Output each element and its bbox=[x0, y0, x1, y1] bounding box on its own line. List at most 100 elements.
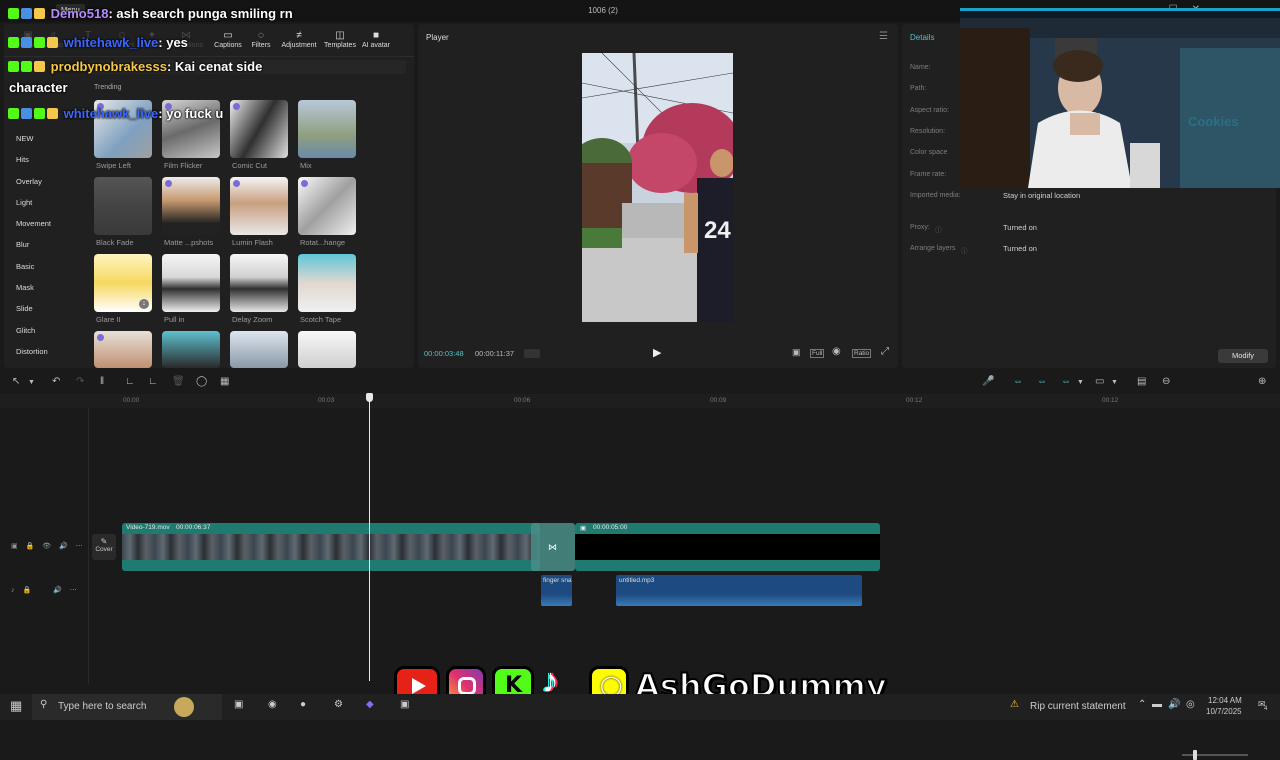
category-blur[interactable]: Blur bbox=[16, 234, 86, 255]
windows-start-icon[interactable]: ▦ bbox=[10, 698, 22, 714]
copilot-icon[interactable]: ◆ bbox=[366, 699, 374, 710]
crop-icon[interactable]: ▣ bbox=[792, 347, 801, 358]
chat-line: Demo518: ash search punga smiling rn bbox=[8, 6, 293, 21]
chat-message: : yes bbox=[158, 35, 188, 50]
audio-clip[interactable]: untitled.mp3 bbox=[616, 575, 862, 606]
webcam-overlay: Cookies bbox=[960, 8, 1280, 188]
microphone-icon[interactable]: 🎤 bbox=[982, 376, 994, 387]
category-light[interactable]: Light bbox=[16, 192, 86, 213]
transition-thumb[interactable] bbox=[94, 331, 152, 368]
full-button[interactable]: Full bbox=[810, 349, 825, 358]
download-icon[interactable]: ↓ bbox=[139, 299, 149, 309]
task-view-icon[interactable]: ▣ bbox=[234, 699, 243, 710]
audio-clip[interactable]: finger sna bbox=[541, 575, 572, 606]
zoom-slider-handle[interactable] bbox=[1193, 750, 1197, 760]
fit-icon[interactable]: ▤ bbox=[1137, 376, 1146, 387]
current-time: 00:00:03:48 bbox=[424, 349, 464, 358]
cover-button[interactable]: ✎ Cover bbox=[92, 534, 116, 560]
chevron-down-icon[interactable]: ▼ bbox=[1077, 379, 1084, 386]
lock-icon[interactable]: 🔒 bbox=[26, 543, 35, 550]
transition-thumb[interactable] bbox=[162, 254, 220, 312]
category-movement[interactable]: Movement bbox=[16, 213, 86, 234]
category-overlay[interactable]: Overlay bbox=[16, 171, 86, 192]
category-mask[interactable]: Mask bbox=[16, 277, 86, 298]
transition-thumb[interactable] bbox=[298, 254, 356, 312]
zoom-out-icon[interactable]: ⊖ bbox=[1162, 376, 1170, 387]
settings-icon[interactable]: ⚙ bbox=[334, 699, 343, 710]
ratio-button[interactable]: Ratio bbox=[852, 349, 872, 358]
kick-badge-icon bbox=[8, 37, 19, 48]
speaker-icon[interactable]: 🔊 bbox=[59, 543, 68, 550]
transition-thumb[interactable] bbox=[298, 331, 356, 368]
chat-line: character bbox=[9, 80, 68, 95]
notification-text: Rip current statement bbox=[1030, 701, 1126, 712]
steam-icon[interactable]: ● bbox=[300, 699, 306, 710]
preview-axis-icon[interactable]: ▭ bbox=[1095, 376, 1104, 387]
split-right-icon[interactable]: ∟ bbox=[148, 376, 158, 387]
ruler-tick: 00:12 bbox=[906, 397, 923, 404]
magnet-icon[interactable]: ⇔ bbox=[1037, 376, 1047, 387]
ruler-tick: 00:09 bbox=[710, 397, 727, 404]
timeline-ruler[interactable]: 00:00 00:03 00:06 00:09 00:12 00:12 bbox=[0, 394, 1280, 408]
zoom-in-icon[interactable]: ⊕ bbox=[1258, 376, 1266, 387]
audio-track-controls: ♪ 🔒 🔊 ⋯ bbox=[11, 586, 77, 594]
transition-thumb[interactable] bbox=[230, 177, 288, 235]
transition-icon[interactable]: ⋈ bbox=[548, 542, 557, 553]
split-left-icon[interactable]: ∟ bbox=[125, 376, 135, 387]
category-new[interactable]: NEW bbox=[16, 128, 86, 149]
network-icon[interactable]: ▬ bbox=[1152, 699, 1162, 710]
fullscreen-icon[interactable]: ⤢ bbox=[881, 346, 889, 357]
timecode-toggle[interactable] bbox=[524, 349, 540, 358]
undo-icon[interactable]: ↶ bbox=[52, 376, 60, 387]
transition-thumb[interactable]: ↓ bbox=[94, 254, 152, 312]
video-clip-2[interactable]: ▣ 00:00:05:00 bbox=[575, 523, 880, 571]
category-glitch[interactable]: Glitch bbox=[16, 320, 86, 341]
category-hits[interactable]: Hits bbox=[16, 149, 86, 170]
chevron-up-icon[interactable]: ⌃ bbox=[1138, 699, 1146, 710]
badge-dot bbox=[97, 334, 104, 341]
video-frame: 24 bbox=[582, 53, 733, 322]
play-button[interactable]: ▶ bbox=[653, 346, 661, 359]
select-tool-icon[interactable]: ↖ bbox=[12, 376, 20, 387]
eye-icon[interactable]: 👁 bbox=[42, 543, 51, 550]
zoom-slider[interactable] bbox=[1182, 754, 1248, 756]
capcut-icon[interactable]: ▣ bbox=[400, 699, 409, 710]
speaker-icon[interactable]: 🔊 bbox=[53, 587, 62, 594]
transition-thumb[interactable] bbox=[298, 177, 356, 235]
link-main-track-icon[interactable]: ⇔ bbox=[1013, 376, 1023, 387]
category-slide[interactable]: Slide bbox=[16, 298, 86, 319]
clip-duration: 00:00:05:00 bbox=[593, 524, 628, 531]
volume-icon[interactable]: 🔊 bbox=[1168, 699, 1180, 710]
snapshot-icon[interactable]: ◉ bbox=[832, 346, 841, 357]
app-icon[interactable]: ◉ bbox=[268, 699, 277, 710]
player-menu-icon[interactable]: ☰ bbox=[879, 31, 888, 42]
chat-line: whitehawk_live: yes bbox=[8, 35, 188, 50]
more-icon[interactable]: ⋯ bbox=[76, 543, 83, 550]
marker-icon[interactable]: ◯ bbox=[196, 376, 207, 387]
category-basic[interactable]: Basic bbox=[16, 256, 86, 277]
more-icon[interactable]: ⋯ bbox=[70, 587, 77, 594]
chevron-down-icon[interactable]: ▼ bbox=[1111, 379, 1118, 386]
linkage-icon[interactable]: ⇔ bbox=[1061, 376, 1071, 387]
transition-thumb[interactable] bbox=[230, 254, 288, 312]
playhead[interactable] bbox=[369, 396, 370, 681]
crop-clip-icon[interactable]: ▦ bbox=[220, 376, 229, 387]
language-icon[interactable]: ◎ bbox=[1186, 699, 1195, 710]
kick-badge-icon bbox=[8, 108, 19, 119]
transition-label: Delay Zoom bbox=[232, 315, 273, 324]
transition-thumb[interactable] bbox=[162, 331, 220, 368]
category-distortion[interactable]: Distortion bbox=[16, 341, 86, 362]
transition-thumb[interactable] bbox=[230, 331, 288, 368]
track-type-icon: ▣ bbox=[11, 543, 18, 550]
chat-message: : Kai cenat side bbox=[166, 59, 263, 74]
modify-button[interactable]: Modify bbox=[1218, 349, 1268, 363]
transition-thumb[interactable] bbox=[94, 177, 152, 235]
video-clip[interactable]: Video-719.mov 00:00:06:37 bbox=[122, 523, 540, 571]
transition-thumb[interactable] bbox=[162, 177, 220, 235]
redo-icon[interactable]: ↷ bbox=[76, 376, 84, 387]
search-box[interactable]: ⚲ Type here to search bbox=[32, 694, 222, 720]
lock-icon[interactable]: 🔒 bbox=[22, 587, 31, 594]
delete-icon[interactable]: 🗑 bbox=[172, 376, 185, 387]
chevron-down-icon[interactable]: ▼ bbox=[28, 379, 35, 386]
split-icon[interactable]: ‖ bbox=[100, 376, 104, 387]
